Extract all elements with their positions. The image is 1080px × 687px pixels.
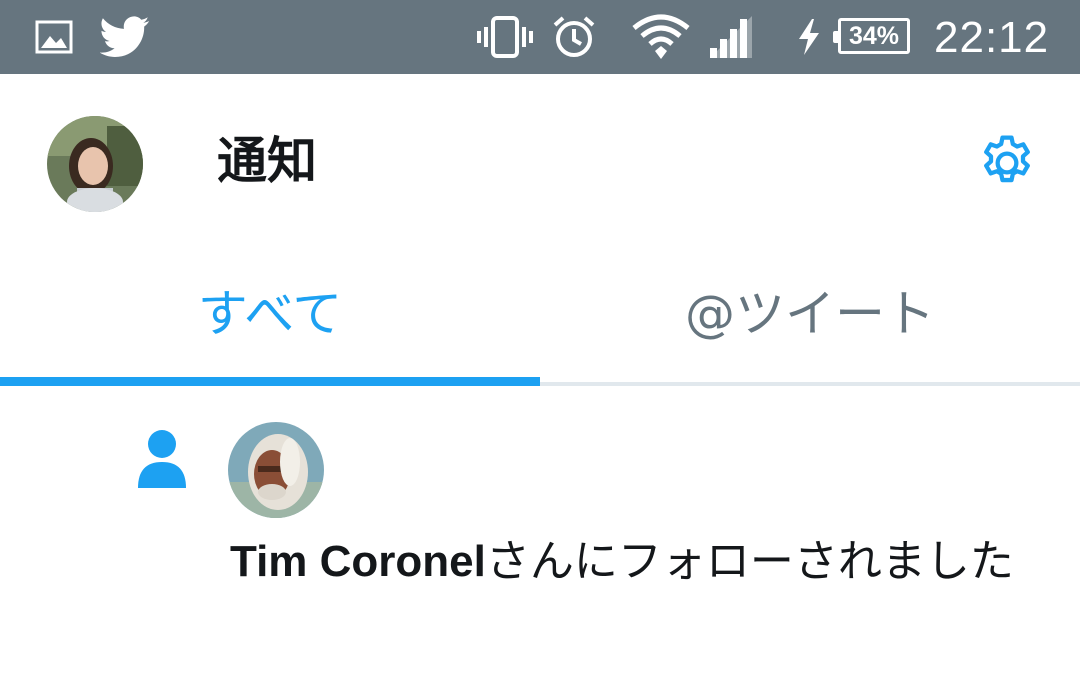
alarm-icon — [552, 14, 596, 60]
status-time: 22:12 — [934, 13, 1050, 62]
notification-user-name[interactable]: Tim Coronel — [230, 537, 486, 586]
wifi-icon — [632, 14, 690, 60]
gear-icon[interactable] — [972, 128, 1042, 198]
notification-message: さんにフォローされました — [485, 536, 1014, 587]
profile-avatar[interactable] — [47, 116, 143, 212]
twitter-bird-icon — [100, 14, 150, 60]
image-icon — [34, 14, 74, 60]
battery-indicator: 34% — [833, 18, 910, 54]
follower-avatar[interactable] — [228, 422, 324, 518]
notification-item[interactable]: Tim Coronelさんにフォローされました — [0, 386, 1080, 687]
page-title: 通知 — [217, 132, 317, 190]
tab-mentions-label: @ツイート — [685, 285, 935, 343]
signal-icon — [708, 14, 754, 60]
tab-all-label: すべて — [197, 285, 343, 343]
notification-text: Tim Coronelさんにフォローされました — [230, 530, 1050, 594]
charging-icon — [796, 14, 822, 60]
active-tab-indicator — [0, 377, 540, 386]
battery-percent: 34% — [848, 21, 900, 50]
header: 通知 — [0, 74, 1080, 244]
tab-bar: すべて @ツイート — [0, 244, 1080, 386]
tab-mentions[interactable]: @ツイート — [540, 244, 1080, 386]
status-bar: 34% 22:12 — [0, 0, 1080, 74]
tab-all[interactable]: すべて — [0, 244, 540, 386]
vibrate-icon — [476, 14, 534, 60]
person-icon — [136, 428, 188, 490]
